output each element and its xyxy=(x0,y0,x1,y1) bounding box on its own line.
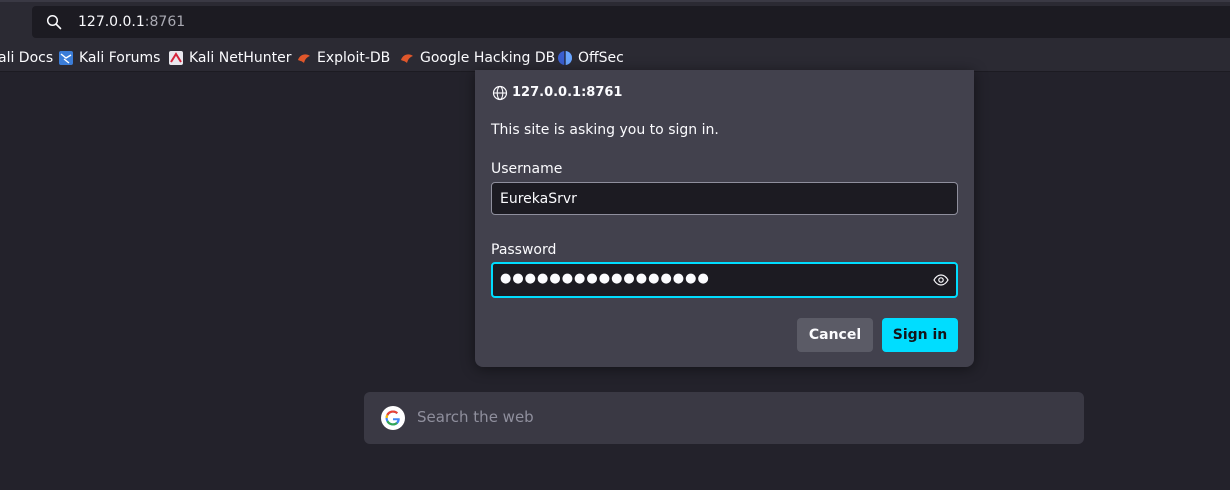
search-icon xyxy=(46,14,62,30)
bookmark-label: Google Hacking DB xyxy=(420,50,556,66)
bookmark-exploit-db[interactable]: Exploit-DB xyxy=(296,48,390,68)
bookmark-google-hacking-db[interactable]: Google Hacking DB xyxy=(399,48,555,68)
bookmark-kali-docs[interactable]: ali Docs xyxy=(0,48,53,68)
bookmark-label: Exploit-DB xyxy=(317,50,391,66)
bookmarks-toolbar: ali Docs Kali Forums Kali NetHunter Expl… xyxy=(0,44,1230,72)
kali-forums-icon xyxy=(59,51,73,65)
exploit-db-icon xyxy=(298,54,310,63)
bookmark-kali-nethunter[interactable]: Kali NetHunter xyxy=(168,48,291,68)
password-label: Password xyxy=(491,242,557,258)
bookmark-label: ali Docs xyxy=(0,50,54,66)
dialog-origin: 127.0.0.1:8761 xyxy=(492,84,622,102)
show-password-icon[interactable] xyxy=(933,272,949,288)
ghdb-icon xyxy=(401,54,413,63)
google-icon xyxy=(381,406,405,430)
username-label: Username xyxy=(491,161,563,177)
dialog-origin-text: 127.0.0.1:8761 xyxy=(512,85,623,100)
url-host: 127.0.0.1 xyxy=(78,14,145,30)
browser-toolbar: 127.0.0.1:8761 xyxy=(0,0,1230,44)
web-search-box[interactable]: Search the web xyxy=(364,392,1084,444)
globe-icon xyxy=(492,85,508,101)
kali-nethunter-icon xyxy=(169,51,183,65)
url-bar[interactable]: 127.0.0.1:8761 xyxy=(32,6,1230,38)
bookmark-offsec[interactable]: OffSec xyxy=(557,48,624,68)
search-placeholder: Search the web xyxy=(417,408,534,426)
bookmark-label: OffSec xyxy=(578,50,624,66)
username-value: EurekaSrvr xyxy=(500,191,577,207)
password-value: ●●●●●●●●●●●●●●●●● xyxy=(500,271,710,286)
cancel-button[interactable]: Cancel xyxy=(797,318,873,352)
bookmark-label: Kali NetHunter xyxy=(189,50,292,66)
url-port: :8761 xyxy=(144,14,186,30)
bookmark-label: Kali Forums xyxy=(79,50,161,66)
password-field[interactable]: ●●●●●●●●●●●●●●●●● xyxy=(491,262,958,298)
url-text[interactable]: 127.0.0.1:8761 xyxy=(78,13,185,31)
auth-dialog: 127.0.0.1:8761 This site is asking you t… xyxy=(475,70,974,367)
offsec-icon xyxy=(558,51,572,65)
username-field[interactable]: EurekaSrvr xyxy=(491,182,958,215)
bookmark-kali-forums[interactable]: Kali Forums xyxy=(58,48,160,68)
sign-in-button[interactable]: Sign in xyxy=(882,318,958,352)
dialog-message: This site is asking you to sign in. xyxy=(491,122,719,138)
